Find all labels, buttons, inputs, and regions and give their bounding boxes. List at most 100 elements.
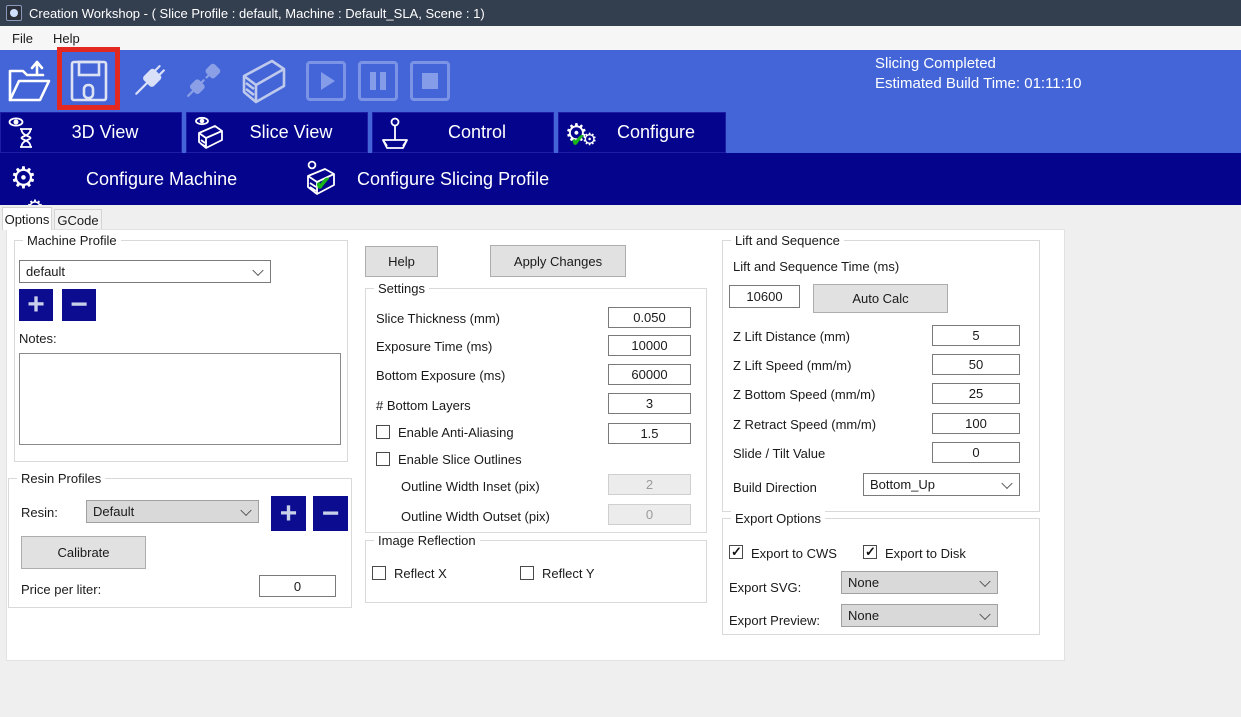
green-check-icon: ✔: [571, 131, 585, 151]
reflect-y-checkbox[interactable]: [520, 566, 534, 580]
notes-textarea[interactable]: [19, 353, 341, 445]
tab-control[interactable]: Control: [372, 112, 554, 153]
open-file-button[interactable]: [7, 58, 51, 104]
build-direction-select[interactable]: Bottom_Up: [863, 473, 1020, 496]
group-legend: Image Reflection: [374, 533, 480, 548]
slice-thickness-input[interactable]: [608, 307, 691, 328]
configure-subnav: ⚙⚙ Configure Machine ✔ Configure Slicing…: [0, 153, 1241, 205]
tab-label: 3D View: [45, 122, 181, 143]
outline-inset-label: Outline Width Inset (pix): [401, 479, 540, 494]
selected-value: default: [26, 264, 65, 279]
tab-3d-view[interactable]: 3D View: [0, 112, 182, 153]
export-to-cws-label: Export to CWS: [751, 546, 837, 561]
menu-bar: File Help: [0, 26, 1241, 50]
help-button[interactable]: Help: [365, 246, 438, 277]
group-legend: Export Options: [731, 511, 825, 526]
machine-profile-group: Machine Profile default + − Notes:: [14, 240, 348, 462]
title-bar: Creation Workshop - ( Slice Profile : de…: [0, 0, 1241, 26]
reflect-x-checkbox[interactable]: [372, 566, 386, 580]
minus-icon: −: [70, 290, 88, 320]
tab-label: Configure: [603, 122, 725, 143]
status-line-2: Estimated Build Time: 01:11:10: [875, 74, 1082, 94]
apply-changes-button[interactable]: Apply Changes: [490, 245, 626, 277]
bottom-layers-input[interactable]: [608, 393, 691, 414]
export-options-group: Export Options Export to CWS Export to D…: [722, 518, 1040, 635]
disconnect-button[interactable]: [180, 58, 226, 104]
exposure-time-label: Exposure Time (ms): [376, 339, 492, 354]
resin-profiles-group: Resin Profiles Resin: Default + − Calibr…: [8, 478, 352, 608]
outline-outset-input: [608, 504, 691, 525]
z-lift-distance-input[interactable]: [932, 325, 1020, 346]
chevron-down-icon: [1001, 477, 1012, 488]
enable-anti-aliasing-checkbox[interactable]: [376, 425, 390, 439]
outline-outset-label: Outline Width Outset (pix): [401, 509, 550, 524]
control-joystick-icon: [373, 116, 417, 150]
slide-tilt-value-input[interactable]: [932, 442, 1020, 463]
subnav-configure-machine[interactable]: ⚙⚙ Configure Machine: [10, 153, 237, 205]
chevron-down-icon: [979, 575, 990, 586]
export-to-disk-label: Export to Disk: [885, 546, 966, 561]
3d-view-icon: [1, 117, 45, 149]
export-to-disk-checkbox[interactable]: [863, 545, 877, 559]
group-legend: Settings: [374, 281, 429, 296]
z-retract-speed-label: Z Retract Speed (mm/m): [733, 417, 876, 432]
z-lift-speed-input[interactable]: [932, 354, 1020, 375]
save-floppy-icon: [70, 60, 108, 102]
tab-label: Slice View: [231, 122, 367, 143]
connect-button[interactable]: [126, 58, 172, 104]
machine-gears-icon: ⚙⚙: [10, 164, 62, 194]
tab-gcode[interactable]: GCode: [54, 209, 102, 230]
subnav-label: Configure Machine: [86, 169, 237, 190]
tab-label: Control: [417, 122, 553, 143]
pause-button[interactable]: [358, 61, 398, 101]
exposure-time-input[interactable]: [608, 335, 691, 356]
build-direction-label: Build Direction: [733, 480, 817, 495]
stop-button[interactable]: [410, 61, 450, 101]
export-svg-select[interactable]: None: [841, 571, 998, 594]
z-lift-distance-label: Z Lift Distance (mm): [733, 329, 850, 344]
lift-sequence-time-label: Lift and Sequence Time (ms): [733, 259, 899, 274]
subnav-configure-slicing-profile[interactable]: ✔ Configure Slicing Profile: [303, 153, 549, 205]
selected-value: None: [848, 575, 879, 590]
lift-sequence-time-input[interactable]: [729, 285, 800, 308]
tab-configure[interactable]: ⚙⚙ ✔ Configure: [558, 112, 726, 153]
z-retract-speed-input[interactable]: [932, 413, 1020, 434]
slice-thickness-label: Slice Thickness (mm): [376, 311, 500, 326]
tab-options[interactable]: Options: [2, 207, 52, 230]
enable-slice-outlines-label: Enable Slice Outlines: [398, 452, 522, 467]
add-resin-button[interactable]: +: [271, 496, 306, 531]
z-bottom-speed-label: Z Bottom Speed (mm/m): [733, 387, 875, 402]
status-text: Slicing Completed Estimated Build Time: …: [875, 54, 1082, 94]
export-preview-select[interactable]: None: [841, 604, 998, 627]
pause-icon: [358, 61, 398, 101]
main-tab-bar: 3D View Slice View Control ⚙⚙ ✔ Confi: [0, 112, 1241, 153]
button-label: Apply Changes: [514, 254, 602, 269]
slice-button[interactable]: [238, 56, 290, 106]
group-legend: Lift and Sequence: [731, 233, 844, 248]
remove-resin-button[interactable]: −: [313, 496, 348, 531]
auto-calc-button[interactable]: Auto Calc: [813, 284, 948, 313]
play-button[interactable]: [306, 61, 346, 101]
open-folder-icon: [7, 58, 51, 104]
bottom-exposure-input[interactable]: [608, 364, 691, 385]
z-bottom-speed-input[interactable]: [932, 383, 1020, 404]
save-button[interactable]: [70, 60, 108, 102]
resin-select[interactable]: Default: [86, 500, 259, 523]
tab-slice-view[interactable]: Slice View: [186, 112, 368, 153]
price-per-liter-input[interactable]: [259, 575, 336, 597]
status-line-1: Slicing Completed: [875, 54, 1082, 74]
remove-machine-profile-button[interactable]: −: [62, 289, 96, 321]
enable-slice-outlines-checkbox[interactable]: [376, 452, 390, 466]
selected-value: Bottom_Up: [870, 477, 935, 492]
export-to-cws-checkbox[interactable]: [729, 545, 743, 559]
menu-help[interactable]: Help: [43, 26, 90, 50]
anti-aliasing-value-input[interactable]: [608, 423, 691, 444]
machine-profile-select[interactable]: default: [19, 260, 271, 283]
calibrate-button[interactable]: Calibrate: [21, 536, 146, 569]
chevron-down-icon: [240, 504, 251, 515]
menu-file[interactable]: File: [0, 26, 43, 50]
add-machine-profile-button[interactable]: +: [19, 289, 53, 321]
window-title: Creation Workshop - ( Slice Profile : de…: [29, 6, 485, 21]
minus-icon: −: [322, 499, 340, 529]
bottom-exposure-label: Bottom Exposure (ms): [376, 368, 505, 383]
